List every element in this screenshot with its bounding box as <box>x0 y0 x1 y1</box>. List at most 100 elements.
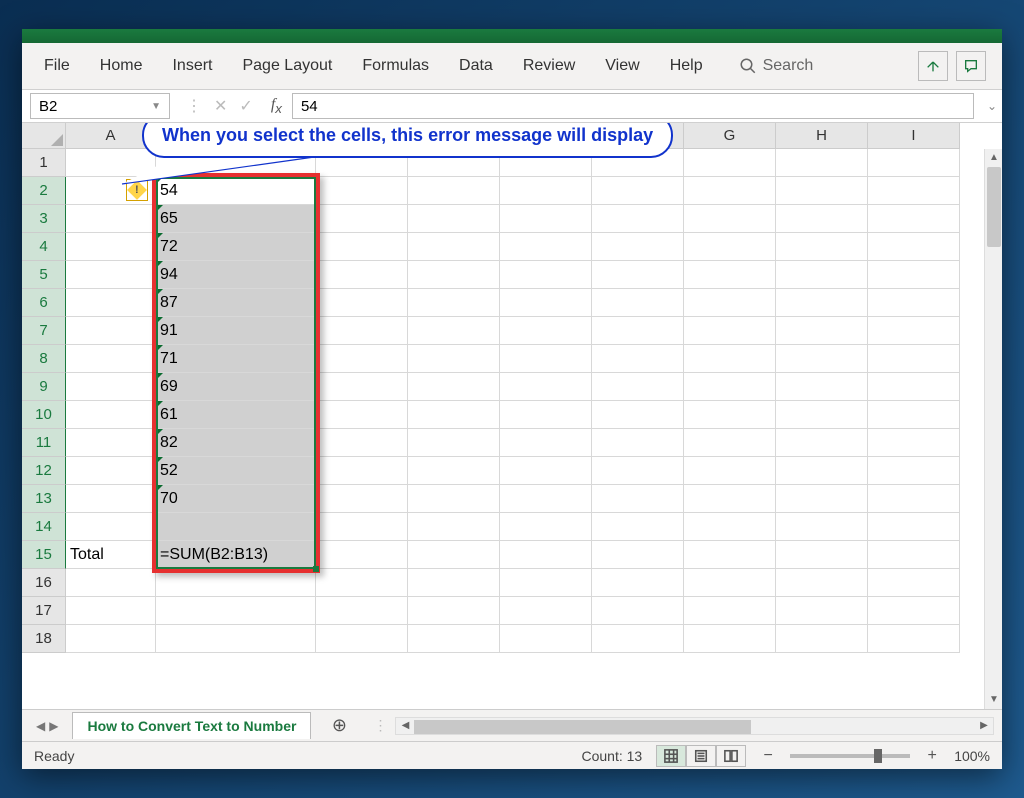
tab-view[interactable]: View <box>591 49 653 83</box>
cell-C9[interactable] <box>316 373 408 401</box>
cell-H14[interactable] <box>776 513 868 541</box>
formula-bar-expand-icon[interactable]: ⌄ <box>982 99 1002 113</box>
cell-I5[interactable] <box>868 261 960 289</box>
vertical-scrollbar[interactable]: ▲ ▼ <box>984 149 1002 709</box>
select-all-corner[interactable] <box>22 123 66 149</box>
cell-I11[interactable] <box>868 429 960 457</box>
cell-F17[interactable] <box>592 597 684 625</box>
zoom-in-button[interactable]: + <box>924 747 940 765</box>
cell-H18[interactable] <box>776 625 868 653</box>
cell-C18[interactable] <box>316 625 408 653</box>
cell-D6[interactable] <box>408 289 500 317</box>
cell-F6[interactable] <box>592 289 684 317</box>
cell-F16[interactable] <box>592 569 684 597</box>
spreadsheet-grid[interactable]: ABCDEFGHI 123456789101112131415161718 54… <box>22 123 1002 709</box>
cell-B9[interactable]: 69 <box>156 373 316 401</box>
sheet-next-icon[interactable]: ▶ <box>49 719 58 733</box>
view-page-break-button[interactable] <box>716 745 746 767</box>
accept-formula-button[interactable]: ✓ <box>239 96 252 116</box>
cell-I10[interactable] <box>868 401 960 429</box>
cell-G18[interactable] <box>684 625 776 653</box>
sheet-tab-active[interactable]: How to Convert Text to Number <box>72 712 311 739</box>
cell-F2[interactable] <box>592 177 684 205</box>
cell-A6[interactable] <box>66 289 156 317</box>
cell-G4[interactable] <box>684 233 776 261</box>
tab-insert[interactable]: Insert <box>158 49 226 83</box>
cell-H8[interactable] <box>776 345 868 373</box>
cell-E14[interactable] <box>500 513 592 541</box>
cell-H15[interactable] <box>776 541 868 569</box>
cell-I14[interactable] <box>868 513 960 541</box>
cell-G9[interactable] <box>684 373 776 401</box>
zoom-out-button[interactable]: − <box>760 747 776 765</box>
cell-C17[interactable] <box>316 597 408 625</box>
cell-C4[interactable] <box>316 233 408 261</box>
cell-D2[interactable] <box>408 177 500 205</box>
tab-review[interactable]: Review <box>509 49 589 83</box>
row-header-14[interactable]: 14 <box>22 513 66 541</box>
cell-G8[interactable] <box>684 345 776 373</box>
cell-I12[interactable] <box>868 457 960 485</box>
cell-D3[interactable] <box>408 205 500 233</box>
cell-G5[interactable] <box>684 261 776 289</box>
cell-H10[interactable] <box>776 401 868 429</box>
cell-D18[interactable] <box>408 625 500 653</box>
cell-H13[interactable] <box>776 485 868 513</box>
cells-area[interactable]: 546572948791716961825270Total=SUM(B2:B13… <box>66 149 984 709</box>
cell-D17[interactable] <box>408 597 500 625</box>
cell-A12[interactable] <box>66 457 156 485</box>
cell-E6[interactable] <box>500 289 592 317</box>
cell-E9[interactable] <box>500 373 592 401</box>
cell-H7[interactable] <box>776 317 868 345</box>
cell-C8[interactable] <box>316 345 408 373</box>
cell-G2[interactable] <box>684 177 776 205</box>
cell-I9[interactable] <box>868 373 960 401</box>
cell-B10[interactable]: 61 <box>156 401 316 429</box>
cell-C13[interactable] <box>316 485 408 513</box>
cell-A11[interactable] <box>66 429 156 457</box>
cell-B15[interactable]: =SUM(B2:B13) <box>156 541 316 569</box>
tab-help[interactable]: Help <box>656 49 717 83</box>
row-header-11[interactable]: 11 <box>22 429 66 457</box>
scroll-right-icon[interactable]: ▶ <box>975 717 993 735</box>
cell-I4[interactable] <box>868 233 960 261</box>
cell-G15[interactable] <box>684 541 776 569</box>
cell-A10[interactable] <box>66 401 156 429</box>
cell-G14[interactable] <box>684 513 776 541</box>
cell-D7[interactable] <box>408 317 500 345</box>
cell-C5[interactable] <box>316 261 408 289</box>
cell-B6[interactable]: 87 <box>156 289 316 317</box>
sheet-prev-icon[interactable]: ◀ <box>36 719 45 733</box>
cell-F15[interactable] <box>592 541 684 569</box>
cell-B12[interactable]: 52 <box>156 457 316 485</box>
cell-D13[interactable] <box>408 485 500 513</box>
row-header-12[interactable]: 12 <box>22 457 66 485</box>
row-header-17[interactable]: 17 <box>22 597 66 625</box>
cell-C10[interactable] <box>316 401 408 429</box>
cell-G16[interactable] <box>684 569 776 597</box>
cell-A5[interactable] <box>66 261 156 289</box>
cell-A3[interactable] <box>66 205 156 233</box>
col-header-I[interactable]: I <box>868 123 960 149</box>
cell-F8[interactable] <box>592 345 684 373</box>
cell-C7[interactable] <box>316 317 408 345</box>
row-header-8[interactable]: 8 <box>22 345 66 373</box>
cell-B11[interactable]: 82 <box>156 429 316 457</box>
cell-D12[interactable] <box>408 457 500 485</box>
cell-I7[interactable] <box>868 317 960 345</box>
cell-E18[interactable] <box>500 625 592 653</box>
cell-F4[interactable] <box>592 233 684 261</box>
cell-A9[interactable] <box>66 373 156 401</box>
cell-I2[interactable] <box>868 177 960 205</box>
cell-A18[interactable] <box>66 625 156 653</box>
cell-A17[interactable] <box>66 597 156 625</box>
vscroll-thumb[interactable] <box>987 167 1001 247</box>
cell-G10[interactable] <box>684 401 776 429</box>
tab-page-layout[interactable]: Page Layout <box>228 49 346 83</box>
cell-I1[interactable] <box>868 149 960 177</box>
tab-file[interactable]: File <box>30 49 84 83</box>
cell-I16[interactable] <box>868 569 960 597</box>
row-header-4[interactable]: 4 <box>22 233 66 261</box>
cell-I13[interactable] <box>868 485 960 513</box>
cell-C12[interactable] <box>316 457 408 485</box>
